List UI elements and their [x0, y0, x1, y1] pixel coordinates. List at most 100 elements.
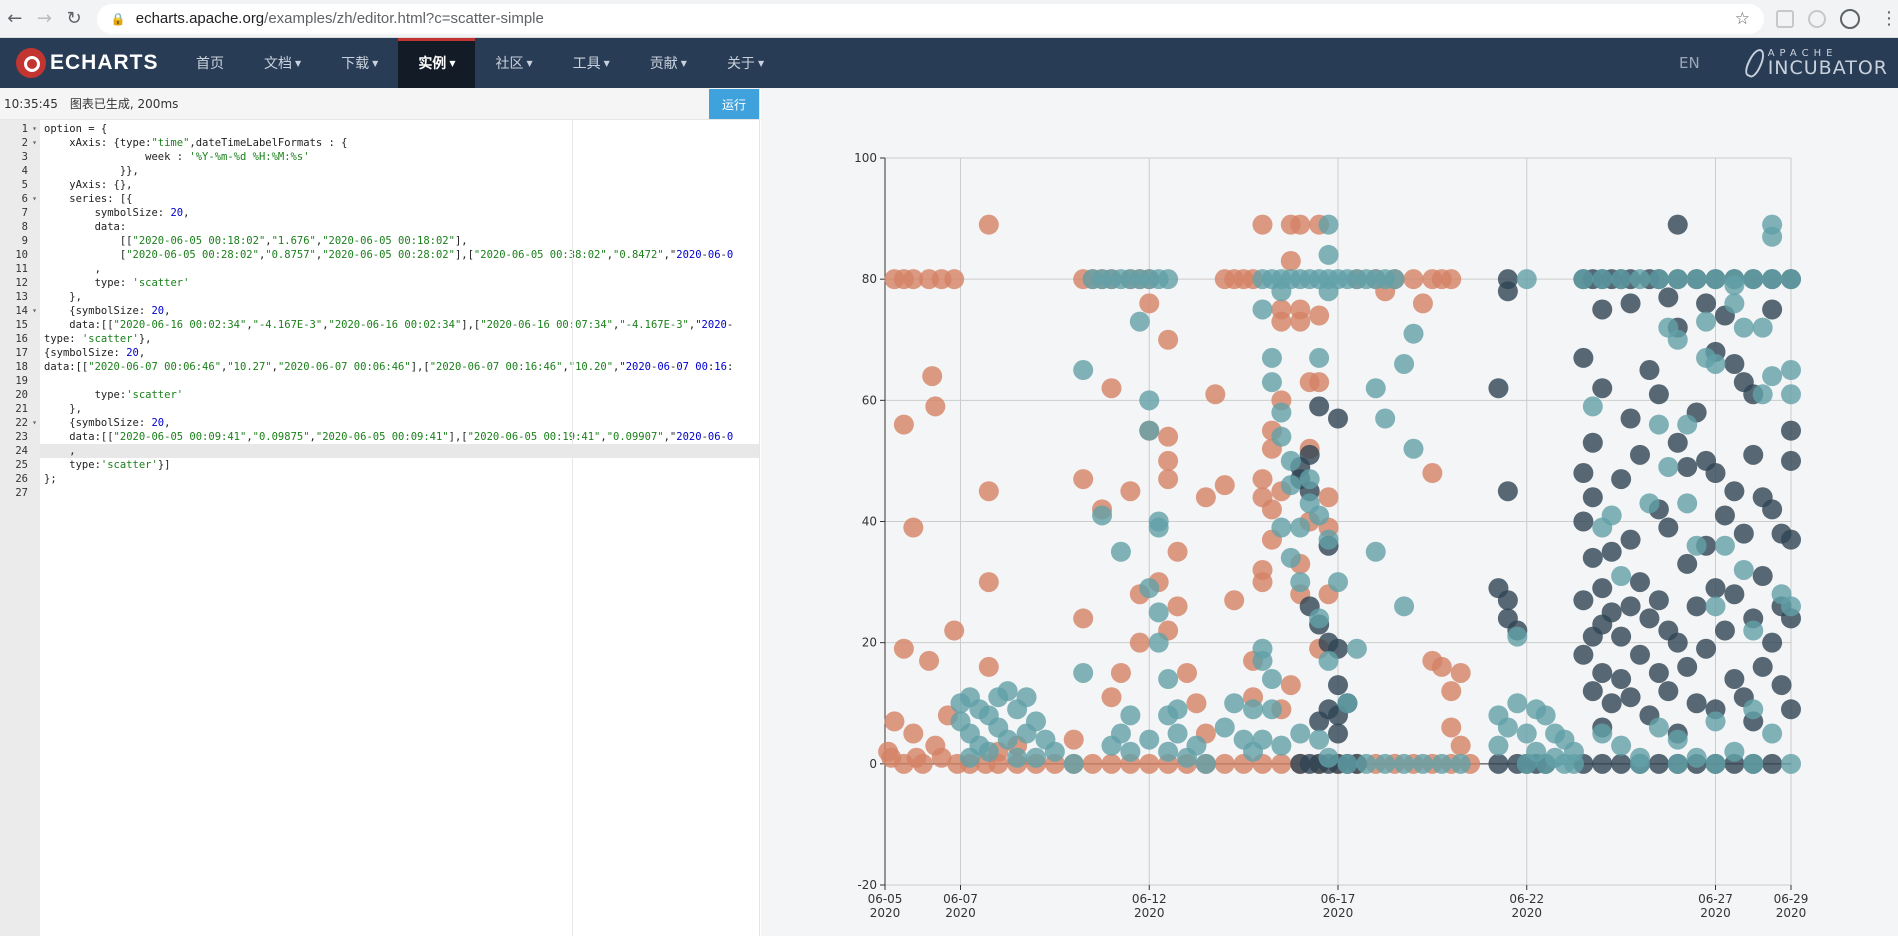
extension-icon[interactable] — [1776, 9, 1794, 28]
code-line[interactable]: ["2020-06-05 00:28:02","0.8757","2020-06… — [40, 248, 759, 262]
bookmark-star-icon[interactable]: ☆ — [1735, 9, 1750, 29]
menu-item-7[interactable]: 关于 ▼ — [707, 38, 784, 88]
code-line[interactable]: week : '%Y-%m-%d %H:%M:%s' — [40, 150, 759, 164]
code-line[interactable] — [40, 374, 759, 388]
scatter-point — [1252, 214, 1273, 235]
menu-item-6[interactable]: 贡献 ▼ — [630, 38, 707, 88]
scatter-chart[interactable]: -2002040608010006-05202006-07202006-1220… — [761, 88, 1898, 936]
scatter-point — [1365, 541, 1386, 562]
scatter-point — [1441, 681, 1462, 702]
code-line[interactable]: {symbolSize: 20, — [40, 304, 759, 318]
code-line[interactable]: type: 'scatter'}, — [40, 332, 759, 346]
menu-item-1[interactable]: 文档 ▼ — [244, 38, 321, 88]
code-text[interactable]: option = { xAxis: {type:"time",dateTimeL… — [40, 120, 759, 936]
scatter-point — [1781, 384, 1801, 405]
scatter-point — [1290, 517, 1311, 538]
scatter-point — [1403, 269, 1424, 290]
code-line[interactable]: type: 'scatter' — [40, 276, 759, 290]
echarts-logo-icon — [16, 48, 46, 78]
code-line[interactable]: }; — [40, 472, 759, 486]
code-line[interactable]: yAxis: {}, — [40, 178, 759, 192]
scatter-point — [1516, 269, 1537, 290]
scatter-point — [1752, 566, 1773, 587]
scatter-point — [978, 572, 999, 593]
scatter-point — [1073, 360, 1094, 381]
scatter-point — [1639, 608, 1660, 629]
extension-round-icon[interactable] — [1808, 9, 1826, 28]
scatter-point — [1630, 644, 1650, 665]
scatter-point — [1781, 269, 1801, 290]
code-line[interactable]: type:'scatter'}] — [40, 458, 759, 472]
scatter-point — [1658, 681, 1679, 702]
echarts-logo[interactable]: ECHARTS — [0, 38, 176, 88]
language-switch[interactable]: EN — [1679, 38, 1748, 88]
forward-icon[interactable]: → — [30, 4, 60, 34]
code-line[interactable]: [["2020-06-05 00:18:02","1.676","2020-06… — [40, 234, 759, 248]
scatter-point — [1648, 414, 1669, 435]
scatter-point — [1450, 753, 1471, 774]
scatter-point — [1743, 620, 1764, 641]
reload-icon[interactable]: ↻ — [59, 4, 89, 34]
x-tick-sublabel: 2020 — [945, 906, 976, 920]
code-line[interactable]: series: [{ — [40, 192, 759, 206]
scatter-point — [1158, 450, 1179, 471]
menu-item-4[interactable]: 社区 ▼ — [475, 38, 552, 88]
scatter-point — [1705, 753, 1726, 774]
scatter-point — [893, 414, 914, 435]
scatter-point — [1535, 705, 1556, 726]
code-line[interactable]: {symbolSize: 20, — [40, 416, 759, 430]
code-line[interactable] — [40, 486, 759, 500]
code-line[interactable]: }, — [40, 402, 759, 416]
scatter-point — [1309, 729, 1330, 750]
code-line[interactable]: data:[["2020-06-07 00:06:46","10.27","20… — [40, 360, 759, 374]
line-number: 4 — [21, 165, 28, 177]
scatter-point — [1781, 420, 1801, 441]
scatter-point — [1686, 693, 1707, 714]
scatter-point — [1044, 741, 1065, 762]
scatter-point — [1261, 347, 1282, 368]
scatter-point — [1252, 638, 1273, 659]
code-line[interactable]: symbolSize: 20, — [40, 206, 759, 220]
menu-item-3[interactable]: 实例 ▼ — [398, 38, 476, 88]
line-number: 17 — [15, 347, 28, 359]
code-line[interactable]: , — [40, 444, 759, 458]
code-line[interactable]: data:[["2020-06-05 00:09:41","0.09875","… — [40, 430, 759, 444]
scatter-point — [944, 620, 965, 641]
profile-avatar-icon[interactable] — [1840, 8, 1860, 29]
run-button[interactable]: 运行 — [709, 89, 759, 119]
address-bar[interactable]: 🔒 echarts.apache.org/examples/zh/editor.… — [96, 3, 1764, 34]
code-area[interactable]: 1234567891011121314151617181920212223242… — [0, 120, 759, 936]
apache-incubator-logo[interactable]: APACHE INCUBATOR — [1742, 38, 1898, 88]
scatter-point — [1073, 608, 1094, 629]
code-line[interactable]: option = { — [40, 122, 759, 136]
code-line[interactable]: xAxis: {type:"time",dateTimeLabelFormats… — [40, 136, 759, 150]
scatter-point — [1592, 723, 1613, 744]
scatter-point — [1573, 347, 1594, 368]
y-tick-label: 0 — [869, 757, 877, 771]
menu-item-0[interactable]: 首页 — [176, 38, 244, 88]
scatter-point — [1488, 753, 1509, 774]
scatter-point — [1648, 590, 1669, 611]
code-line[interactable]: , — [40, 262, 759, 276]
browser-menu-icon[interactable]: ⋮ — [1880, 8, 1898, 29]
code-line[interactable]: {symbolSize: 20, — [40, 346, 759, 360]
code-line[interactable]: data:[["2020-06-16 00:02:34","-4.167E-3"… — [40, 318, 759, 332]
code-line[interactable]: }}, — [40, 164, 759, 178]
caret-down-icon: ▼ — [449, 58, 456, 68]
scatter-point — [1271, 753, 1292, 774]
scatter-point — [1573, 644, 1594, 665]
scatter-point — [1630, 444, 1650, 465]
scatter-point — [1630, 753, 1650, 774]
scatter-point — [1648, 717, 1669, 738]
menu-item-5[interactable]: 工具 ▼ — [553, 38, 630, 88]
scatter-point — [1110, 662, 1131, 683]
code-line[interactable]: type:'scatter' — [40, 388, 759, 402]
menu-item-label: 文档 — [264, 56, 292, 72]
incubator-bottom-text: INCUBATOR — [1767, 56, 1888, 79]
scatter-point — [1167, 699, 1188, 720]
menu-item-2[interactable]: 下载 ▼ — [321, 38, 398, 88]
x-tick-sublabel: 2020 — [1323, 906, 1354, 920]
code-line[interactable]: }, — [40, 290, 759, 304]
code-line[interactable]: data: — [40, 220, 759, 234]
back-icon[interactable]: ← — [0, 4, 30, 34]
